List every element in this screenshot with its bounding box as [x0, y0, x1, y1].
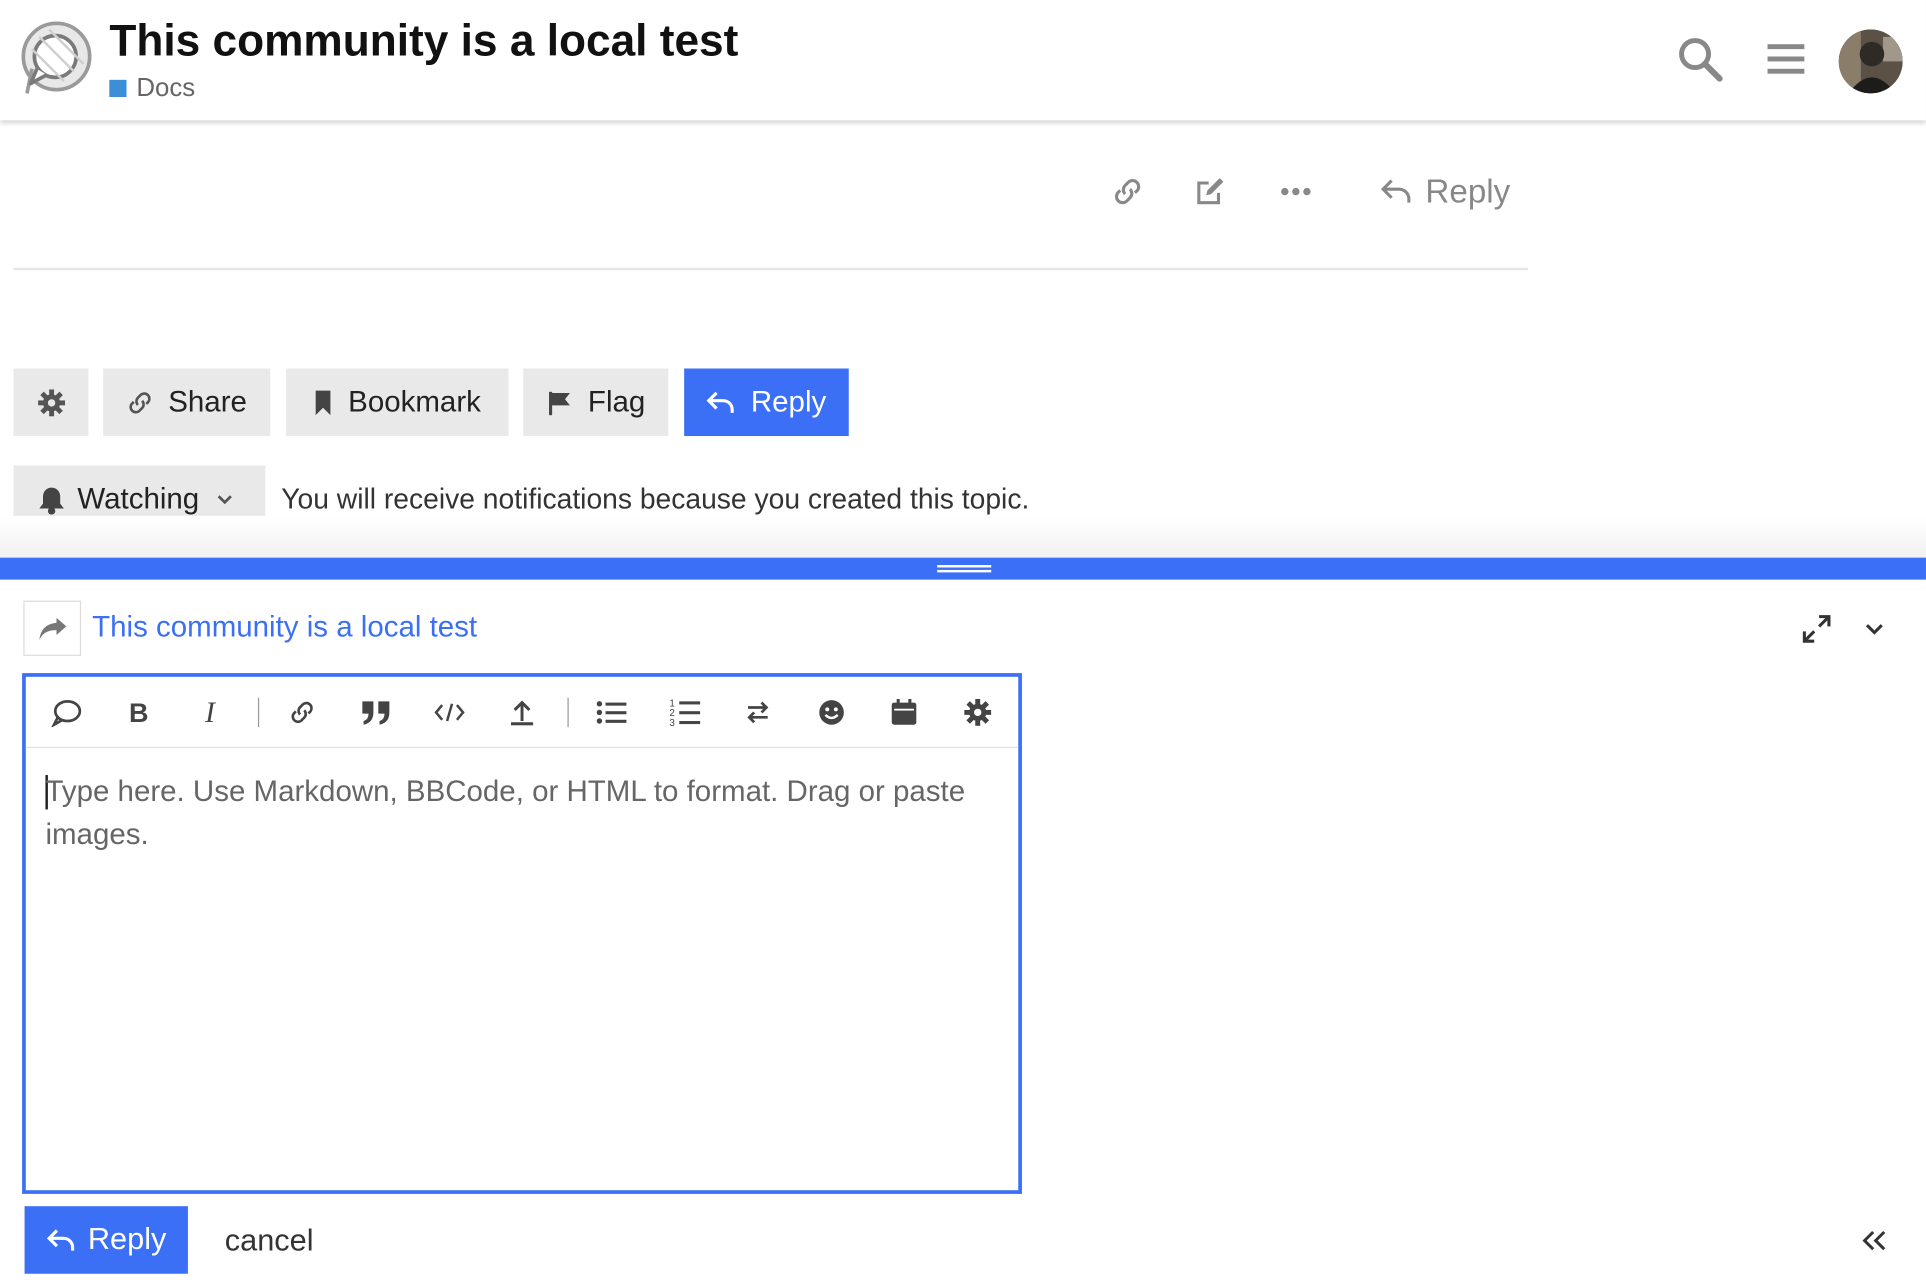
bookmark-icon: [316, 389, 331, 415]
flag-label: Flag: [587, 385, 646, 419]
category-color-swatch: [109, 79, 127, 98]
share-label: Share: [168, 385, 247, 419]
link-icon: [1115, 179, 1141, 205]
toggle-preview-button[interactable]: [1852, 1221, 1896, 1260]
bookmark-button[interactable]: Bookmark: [286, 368, 509, 437]
toolbar-separator: [257, 697, 260, 728]
topic-admin-menu-button[interactable]: [13, 368, 89, 437]
post-reply-button[interactable]: Reply: [1373, 165, 1518, 219]
submit-reply-button[interactable]: Reply: [24, 1206, 188, 1274]
composer-topic-link[interactable]: This community is a local test: [92, 610, 477, 644]
site-header: This community is a local test Docs: [0, 0, 1926, 121]
notification-level-label: Watching: [77, 482, 200, 516]
user-avatar[interactable]: [1838, 29, 1903, 94]
search-icon[interactable]: [1675, 34, 1724, 83]
more-icon: [1281, 187, 1311, 196]
composer-resize-handle[interactable]: [0, 557, 1926, 580]
calendar-icon[interactable]: [881, 689, 928, 736]
reply-textarea-placeholder[interactable]: Type here. Use Markdown, BBCode, or HTML…: [45, 770, 998, 856]
bookmark-label: Bookmark: [348, 385, 481, 419]
toolbar-separator: [567, 697, 569, 728]
bold-icon[interactable]: B: [117, 689, 164, 736]
flag-icon: [548, 391, 570, 415]
bell-icon: [39, 487, 64, 515]
composer: This community is a local test B I 1 2 3…: [0, 579, 1926, 1282]
speech-bubble-icon[interactable]: [43, 689, 90, 736]
reply-icon: [706, 391, 735, 413]
composer-editor[interactable]: B I 1 2 3 Type here. Use Markdown, BBCod…: [22, 673, 1022, 1194]
submit-reply-label: Reply: [87, 1222, 167, 1257]
gear-icon: [37, 388, 65, 416]
composer-action-button[interactable]: [23, 600, 82, 656]
post-edit-button[interactable]: [1185, 165, 1234, 219]
discourse-logo[interactable]: [15, 20, 94, 99]
emoji-icon[interactable]: [808, 689, 855, 736]
minimize-composer-button[interactable]: [1852, 607, 1896, 651]
flag-button[interactable]: Flag: [523, 368, 669, 437]
upload-icon[interactable]: [499, 689, 546, 736]
toggle-fullscreen-button[interactable]: [1795, 607, 1839, 651]
edit-icon: [1197, 178, 1224, 205]
share-arrow-icon: [38, 617, 66, 640]
reply-icon: [1381, 179, 1411, 203]
reply-icon: [46, 1228, 74, 1251]
cancel-link[interactable]: cancel: [225, 1223, 314, 1259]
category-name: Docs: [136, 73, 196, 102]
notification-reason: You will receive notifications because y…: [281, 482, 1030, 515]
double-chevron-left-icon: [1862, 1230, 1886, 1251]
category-badge[interactable]: Docs: [109, 74, 195, 103]
svg-text:3: 3: [669, 718, 675, 727]
post-link-button[interactable]: [1103, 165, 1152, 219]
topic-reply-button[interactable]: Reply: [684, 368, 849, 437]
grip-icon: [937, 565, 992, 573]
quote-icon[interactable]: [353, 689, 400, 736]
hamburger-icon[interactable]: [1761, 34, 1810, 83]
code-icon[interactable]: [426, 689, 473, 736]
post-reply-label: Reply: [1425, 172, 1511, 210]
rtl-toggle-icon[interactable]: [735, 689, 782, 736]
post-more-button[interactable]: [1271, 165, 1320, 219]
svg-text:I: I: [204, 699, 216, 726]
svg-text:B: B: [129, 699, 149, 726]
bullet-list-icon[interactable]: [588, 689, 635, 736]
link-icon: [129, 391, 151, 413]
topic-reply-label: Reply: [750, 385, 827, 419]
share-button[interactable]: Share: [103, 368, 271, 437]
italic-icon[interactable]: I: [189, 689, 236, 736]
numbered-list-icon[interactable]: 123: [662, 689, 709, 736]
topic-title[interactable]: This community is a local test: [109, 15, 738, 67]
post-divider: [13, 267, 1529, 271]
chevron-down-icon: [217, 494, 233, 504]
link-icon[interactable]: [279, 689, 326, 736]
expand-icon: [1802, 615, 1831, 643]
gear-icon[interactable]: [954, 689, 1001, 736]
chevron-down-icon: [1865, 624, 1883, 635]
editor-toolbar: B I 1 2 3: [25, 677, 1019, 749]
composer-shadow: [0, 515, 1926, 558]
